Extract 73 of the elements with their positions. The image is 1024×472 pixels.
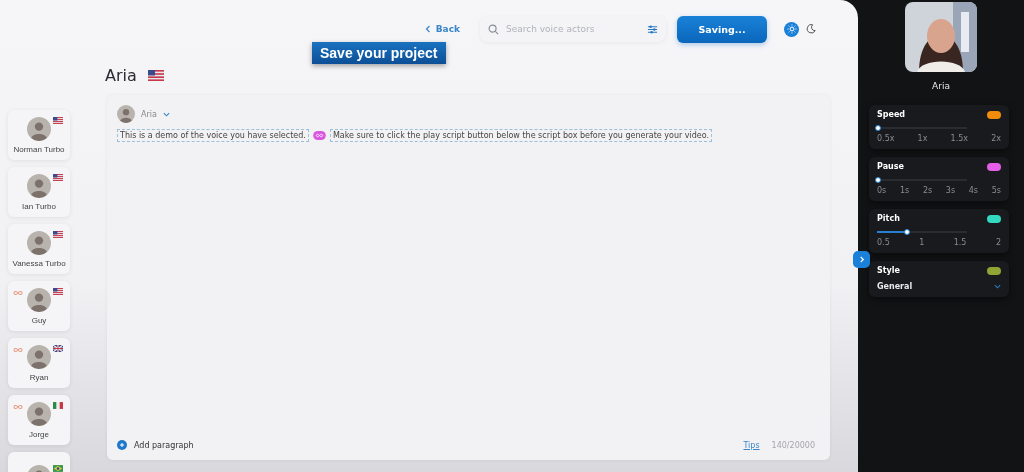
chevron-right-icon	[858, 256, 865, 263]
flag-icon	[53, 401, 63, 409]
avatar	[27, 344, 51, 369]
voice-card[interactable]: Ian Turbo	[8, 167, 70, 217]
setting-label: Pitch	[877, 214, 900, 223]
avatar	[27, 230, 51, 255]
tick-label: 2	[995, 238, 1001, 247]
caption-banner: Save your project	[312, 42, 446, 64]
back-link[interactable]: Back	[424, 24, 460, 34]
caret-icon	[994, 284, 1001, 289]
flag-icon	[53, 116, 63, 124]
caret-icon	[162, 111, 170, 117]
chevron-left-icon	[424, 25, 431, 33]
voice-name: Norman Turbo	[13, 144, 65, 154]
tick-label: 3s	[945, 186, 956, 195]
sun-theme-button[interactable]	[784, 21, 799, 37]
flag-icon	[53, 287, 63, 295]
tick-label: 5s	[991, 186, 1001, 195]
tick-label: 2x	[991, 134, 1001, 143]
voice-name: Ian Turbo	[22, 201, 56, 211]
avatar	[117, 105, 135, 123]
flag-icon	[146, 69, 165, 81]
voice-title: Aria	[105, 65, 137, 85]
voice-card[interactable]: Ryan	[8, 338, 70, 388]
tick-label: 1.5x	[950, 134, 968, 143]
tick-label: 1s	[899, 186, 910, 195]
voice-name: Jorge	[29, 429, 49, 439]
tick-label: 1.5	[953, 238, 967, 247]
script-sentence[interactable]: This is a demo of the voice you have selected.	[117, 129, 309, 142]
color-toggle[interactable]	[987, 110, 1001, 119]
tips-link[interactable]: Tips	[743, 440, 760, 450]
color-toggle[interactable]	[987, 266, 1001, 275]
tick-label: 0.5	[877, 238, 890, 247]
search-input[interactable]: Search voice actors	[504, 23, 642, 35]
collapse-button[interactable]	[853, 251, 870, 268]
plus-icon	[117, 440, 127, 450]
tick-label: 1x	[917, 134, 928, 143]
tick-label: 2s	[922, 186, 933, 195]
filter-icon[interactable]	[647, 23, 658, 35]
tick-label: 0.5x	[877, 134, 895, 143]
pause-icon[interactable]	[312, 131, 326, 140]
setting-label: Speed	[877, 110, 906, 119]
voice-name: Aria	[932, 81, 950, 91]
script-sentence[interactable]: Make sure to click the play script button below the script box before you generate your video.	[329, 129, 713, 142]
voice-name: Vanessa Turbo	[12, 258, 66, 268]
avatar	[27, 173, 51, 198]
sun-icon	[786, 24, 797, 34]
setting-label: Style	[877, 266, 900, 275]
voice-card[interactable]: Guy	[8, 281, 70, 331]
tick-label: 0s	[877, 186, 887, 195]
search-icon	[488, 23, 499, 35]
avatar	[27, 401, 51, 426]
style-dropdown[interactable]: General	[877, 282, 1001, 291]
save-button[interactable]: Saving...	[677, 15, 767, 43]
tick-label: 1	[919, 238, 925, 247]
voice-card[interactable]: Vanessa Turbo	[8, 224, 70, 274]
voice-card[interactable]: Jorge	[8, 395, 70, 445]
avatar	[27, 287, 51, 312]
add-paragraph-button[interactable]: Add paragraph	[117, 440, 194, 450]
flag-icon	[53, 173, 63, 181]
character-count: 140/20000	[771, 440, 815, 450]
color-toggle[interactable]	[987, 162, 1001, 171]
flag-icon	[53, 344, 63, 352]
voice-card[interactable]: Norman Turbo	[8, 110, 70, 160]
flag-icon	[53, 230, 63, 238]
setting-label: Pause	[877, 162, 904, 171]
tick-label: 4s	[968, 186, 978, 195]
voice-name: Guy	[31, 315, 47, 325]
moon-icon	[805, 24, 816, 34]
flag-icon	[53, 465, 63, 472]
voice-name: Ryan	[29, 372, 49, 382]
avatar	[27, 116, 51, 141]
color-toggle[interactable]	[987, 214, 1001, 223]
